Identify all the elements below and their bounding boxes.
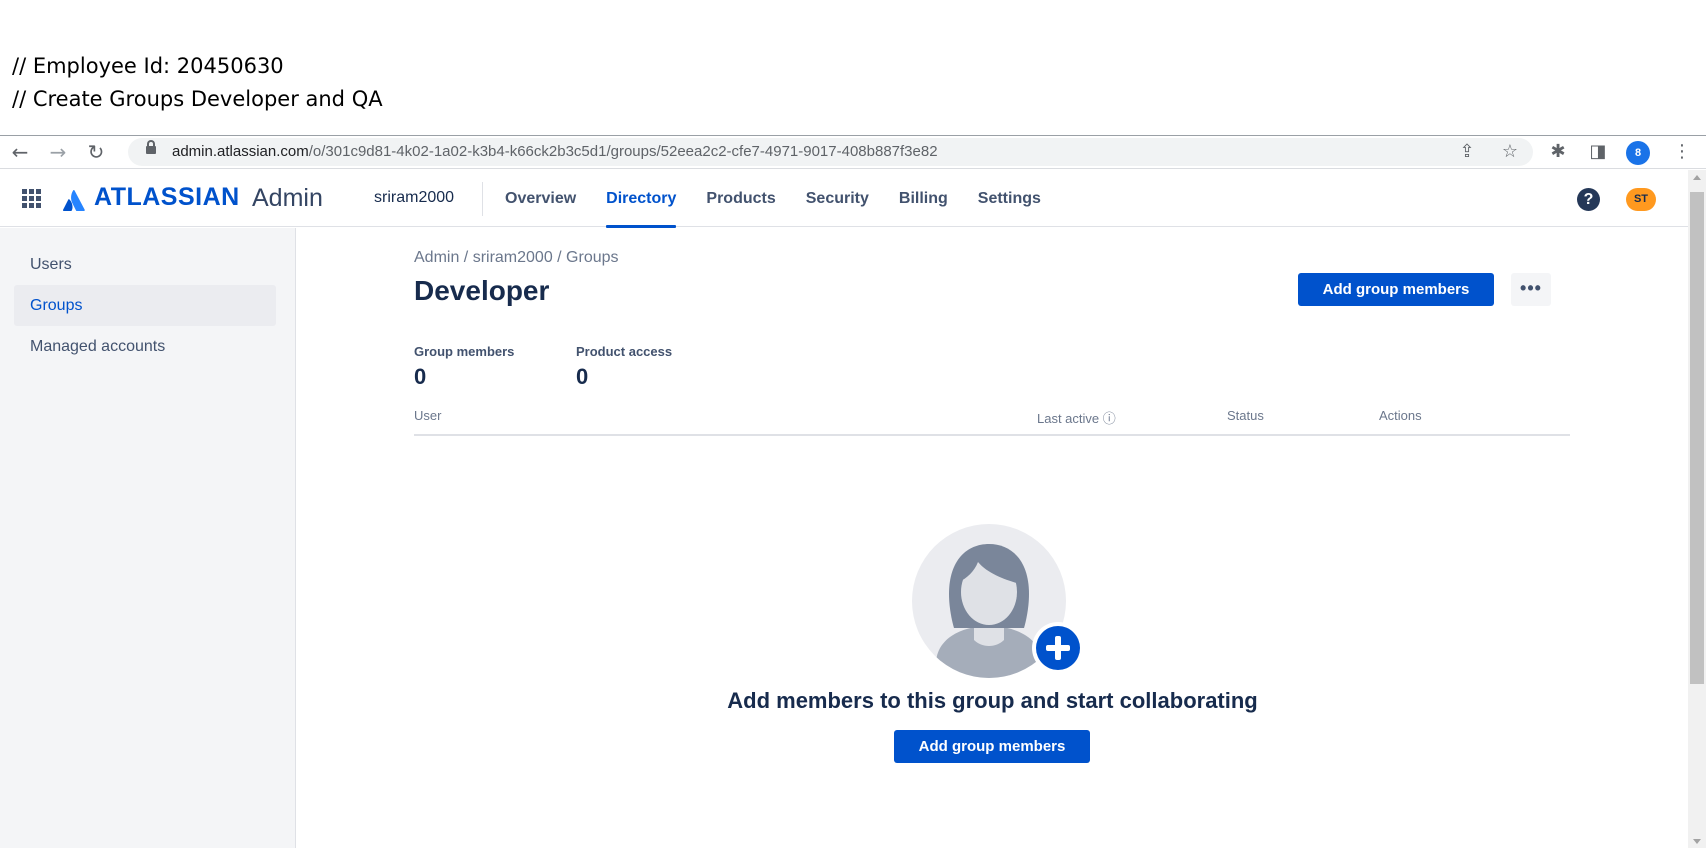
sidebar-item-managed-accounts[interactable]: Managed accounts: [14, 326, 276, 367]
app-header: ATLASSIAN Admin sriram2000 Overview Dire…: [0, 170, 1688, 228]
sidepanel-icon[interactable]: ◨: [1586, 140, 1610, 164]
empty-members-illustration: [912, 524, 1084, 678]
column-header-status[interactable]: Status: [1227, 408, 1264, 423]
url-host: admin.atlassian.com: [172, 143, 309, 160]
url-text: admin.atlassian.com/o/301c9d81-4k02-1a02…: [172, 143, 938, 160]
scroll-thumb[interactable]: [1690, 192, 1704, 684]
group-members-count: 0: [414, 364, 427, 389]
sidebar-item-users[interactable]: Users: [14, 244, 276, 285]
product-access-label: Product access: [576, 344, 673, 359]
nav-overview[interactable]: Overview: [490, 170, 591, 227]
column-header-last-active[interactable]: Last active ⓘ: [1037, 408, 1116, 427]
top-nav: Overview Directory Products Security Bil…: [490, 170, 1056, 228]
screenshot-root: // Employee Id: 20450630 // Create Group…: [0, 0, 1706, 848]
nav-directory[interactable]: Directory: [591, 170, 691, 228]
atlassian-logo-icon: [63, 189, 85, 211]
app-switcher-icon[interactable]: [22, 189, 44, 209]
address-bar[interactable]: admin.atlassian.com/o/301c9d81-4k02-1a02…: [128, 138, 1533, 166]
avatar[interactable]: ST: [1626, 188, 1656, 211]
logo-product-name: Admin: [252, 184, 323, 212]
page-title: Developer: [414, 275, 550, 306]
sidebar: Users Groups Managed accounts: [0, 228, 296, 848]
help-icon[interactable]: ?: [1577, 188, 1600, 211]
main-content: Admin / sriram2000 / Groups Developer Ad…: [297, 228, 1688, 848]
empty-state-message: Add members to this group and start coll…: [727, 688, 1258, 713]
lock-icon: [146, 140, 156, 154]
back-icon[interactable]: ←: [8, 140, 32, 164]
logo-text: ATLASSIAN: [94, 183, 240, 211]
add-group-members-button[interactable]: Add group members: [1298, 273, 1494, 306]
more-actions-button[interactable]: •••: [1511, 273, 1551, 306]
nav-settings[interactable]: Settings: [963, 170, 1056, 227]
column-header-user[interactable]: User: [414, 408, 441, 423]
product-access-count: 0: [576, 364, 589, 389]
breadcrumb[interactable]: Admin / sriram2000 / Groups: [414, 249, 619, 267]
annotation-task: // Create Groups Developer and QA: [12, 87, 383, 111]
nav-billing[interactable]: Billing: [884, 170, 963, 227]
menu-icon[interactable]: ⋮: [1670, 140, 1694, 164]
scroll-down-icon[interactable]: [1693, 839, 1701, 844]
scroll-up-icon[interactable]: [1693, 175, 1701, 180]
column-header-actions: Actions: [1379, 408, 1422, 423]
star-icon[interactable]: ☆: [1498, 140, 1522, 164]
org-switcher[interactable]: sriram2000: [374, 189, 454, 207]
header-divider: [482, 182, 483, 216]
sidebar-item-groups[interactable]: Groups: [14, 285, 276, 326]
annotation-employee-id: // Employee Id: 20450630: [12, 54, 284, 78]
browser-window: ← → ↻ admin.atlassian.com/o/301c9d81-4k0…: [0, 135, 1706, 848]
extensions-icon[interactable]: ✱: [1546, 140, 1570, 164]
empty-state-add-members-button[interactable]: Add group members: [894, 730, 1090, 763]
forward-icon[interactable]: →: [46, 140, 70, 164]
url-path: /o/301c9d81-4k02-1a02-k3b4-k66ck2b3c5d1/…: [308, 143, 938, 160]
page-scrollbar[interactable]: [1688, 170, 1706, 848]
share-icon[interactable]: ⇪: [1455, 140, 1479, 164]
nav-products[interactable]: Products: [691, 170, 790, 227]
browser-toolbar: ← → ↻ admin.atlassian.com/o/301c9d81-4k0…: [0, 136, 1706, 169]
table-divider: [414, 434, 1570, 436]
nav-security[interactable]: Security: [791, 170, 884, 227]
browser-profile-icon[interactable]: 8: [1626, 141, 1650, 165]
group-members-label: Group members: [414, 344, 515, 359]
reload-icon[interactable]: ↻: [84, 140, 108, 164]
